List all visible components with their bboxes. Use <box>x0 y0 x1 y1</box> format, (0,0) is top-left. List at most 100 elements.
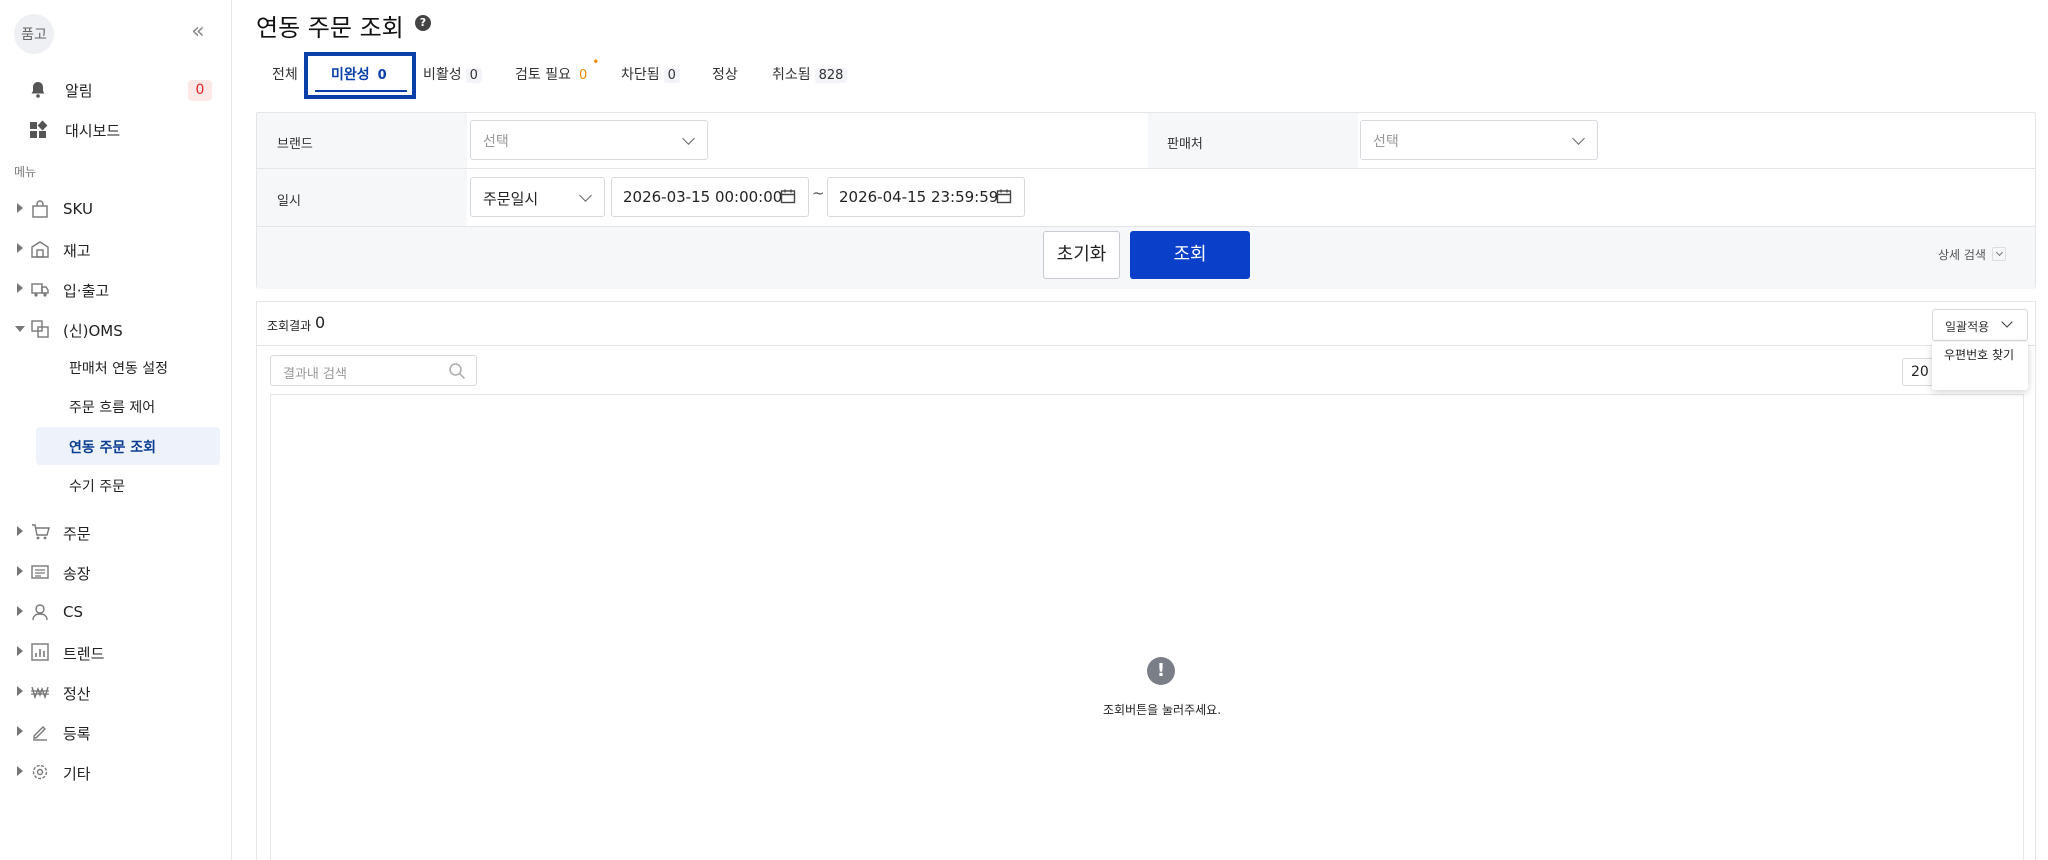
sidebar-group-oms[interactable]: (신)OMS <box>0 311 232 347</box>
caret-down-icon <box>15 326 25 332</box>
tab-label: 비활성 <box>423 67 462 83</box>
caret-right-icon <box>17 243 23 253</box>
result-search-input[interactable]: 결과내 검색 <box>270 355 477 386</box>
won-icon <box>31 686 49 700</box>
sidebar-group-inventory[interactable]: 재고 <box>0 231 232 267</box>
tab-count: 0 <box>578 68 588 83</box>
tab-label: 전체 <box>272 67 298 83</box>
sidebar-item-alarm[interactable]: 알림 0 <box>0 70 232 110</box>
sidebar-group-order[interactable]: 주문 <box>0 514 232 550</box>
sidebar-group-label: 트렌드 <box>63 645 105 663</box>
date-type-select[interactable]: 주문일시 <box>470 177 605 217</box>
person-icon <box>32 604 48 621</box>
warehouse-icon <box>31 241 49 258</box>
empty-state-message: 조회버튼을 눌러주세요. <box>1102 703 1222 717</box>
tab-label: 정상 <box>712 67 738 83</box>
bulk-apply-button[interactable]: 일괄적용 <box>1932 309 2028 341</box>
active-tab-underline <box>315 90 407 92</box>
cart-icon <box>32 524 50 540</box>
sidebar-group-invoice[interactable]: 송장 <box>0 554 232 590</box>
sidebar-item-order-flow-control[interactable]: 주문 흐름 제어 <box>36 387 220 425</box>
tab-incomplete[interactable]: 미완성 0 <box>331 64 391 86</box>
caret-right-icon <box>17 566 23 576</box>
date-label: 일시 <box>277 194 301 209</box>
sidebar-item-seller-link-settings[interactable]: 판매처 연동 설정 <box>36 348 220 386</box>
help-icon[interactable]: ? <box>415 15 431 31</box>
tab-normal[interactable]: 정상 <box>712 64 738 86</box>
results-count: 0 <box>315 313 326 332</box>
filter-row-brand: 브랜드 선택 판매처 선택 <box>257 113 2035 169</box>
sidebar-item-dashboard[interactable]: 대시보드 <box>0 110 232 150</box>
sidebar-group-label: SKU <box>63 200 93 218</box>
brand-logo[interactable]: 품고 <box>14 14 54 54</box>
sidebar-item-label: 판매처 연동 설정 <box>69 361 169 377</box>
calendar-icon[interactable] <box>780 188 796 204</box>
chevron-down-icon <box>682 132 695 145</box>
chart-icon <box>31 643 49 661</box>
sidebar-group-label: (신)OMS <box>63 322 123 340</box>
chevron-down-icon <box>579 189 592 202</box>
caret-right-icon <box>17 606 23 616</box>
search-icon[interactable] <box>448 362 466 380</box>
tab-review-needed[interactable]: 검토 필요 0 • <box>515 55 599 86</box>
tab-count: 828 <box>814 68 848 83</box>
tab-label: 검토 필요 <box>515 67 571 83</box>
tab-all[interactable]: 전체 <box>272 64 298 86</box>
sidebar-group-label: 정산 <box>63 685 91 703</box>
caret-right-icon <box>17 283 23 293</box>
sidebar-item-linked-order-search[interactable]: 연동 주문 조회 <box>36 427 220 465</box>
tab-count: 0 <box>377 68 387 83</box>
date-to-input[interactable]: 2026-04-15 23:59:59 <box>827 177 1025 217</box>
sidebar-group-etc[interactable]: 기타 <box>0 754 232 790</box>
bulk-apply-label: 일괄적용 <box>1945 320 1990 334</box>
dropdown-item-find-postcode[interactable]: 우편번호 찾기 <box>1944 347 2020 363</box>
collapse-sidebar-icon[interactable]: « <box>186 20 210 44</box>
sidebar-group-inout[interactable]: 입·출고 <box>0 271 232 307</box>
search-button[interactable]: 조회 <box>1130 231 1250 279</box>
reset-button[interactable]: 초기화 <box>1043 231 1120 279</box>
brand-select-placeholder: 선택 <box>483 134 509 150</box>
results-panel: 조회결과 0 일괄적용 우편번호 찾기 결과내 검색 20 ! 조회버튼을 눌러… <box>256 301 2036 860</box>
result-search-placeholder: 결과내 검색 <box>283 367 347 382</box>
info-icon: ! <box>1147 657 1175 685</box>
sidebar-group-cs[interactable]: CS <box>0 594 232 630</box>
truck-icon <box>31 283 49 297</box>
pencil-icon <box>33 726 47 741</box>
sidebar-group-label: 재고 <box>63 242 91 260</box>
results-grid: ! 조회버튼을 눌러주세요. <box>270 394 2024 860</box>
tab-inactive[interactable]: 비활성 0 <box>423 64 482 86</box>
sidebar-item-manual-order[interactable]: 수기 주문 <box>36 466 220 504</box>
page-size-value: 20 <box>1911 364 1929 380</box>
sidebar-group-register[interactable]: 등록 <box>0 714 232 750</box>
attention-dot: • <box>592 55 600 69</box>
sidebar-group-label: 기타 <box>63 765 91 783</box>
date-from-input[interactable]: 2026-03-15 00:00:00 <box>611 177 809 217</box>
brand-label: 브랜드 <box>277 137 313 152</box>
advanced-search-toggle[interactable]: 상세 검색 <box>1938 246 1986 263</box>
date-range-separator: ~ <box>812 184 825 202</box>
seller-select[interactable]: 선택 <box>1360 120 1598 160</box>
tab-blocked[interactable]: 차단됨 0 <box>621 64 680 86</box>
sidebar-item-label: 알림 <box>65 81 93 100</box>
chevron-down-icon[interactable] <box>1992 247 2006 261</box>
brand-select[interactable]: 선택 <box>470 120 708 160</box>
sidebar-group-trend[interactable]: 트렌드 <box>0 634 232 670</box>
dashboard-icon <box>30 120 48 138</box>
bulk-apply-dropdown: 우편번호 찾기 <box>1932 342 2028 390</box>
results-label: 조회결과 <box>267 319 312 333</box>
bag-icon <box>32 200 48 218</box>
menu-caption: 메뉴 <box>14 165 37 179</box>
filter-row-date: 일시 주문일시 2026-03-15 00:00:00 2026-04-15 2… <box>257 169 2035 227</box>
sidebar-group-label: 주문 <box>63 525 91 543</box>
caret-right-icon <box>17 203 23 213</box>
sidebar-group-sku[interactable]: SKU <box>0 191 232 227</box>
sidebar-group-settlement[interactable]: 정산 <box>0 674 232 710</box>
sidebar-item-label: 주문 흐름 제어 <box>69 400 156 416</box>
tab-cancelled[interactable]: 취소됨 828 <box>772 64 848 86</box>
tab-label: 취소됨 <box>772 67 811 83</box>
sidebar-item-label: 연동 주문 조회 <box>69 440 157 456</box>
caret-right-icon <box>17 686 23 696</box>
tab-count: 0 <box>663 68 680 83</box>
calendar-icon[interactable] <box>996 188 1012 204</box>
seller-select-placeholder: 선택 <box>1373 134 1399 150</box>
